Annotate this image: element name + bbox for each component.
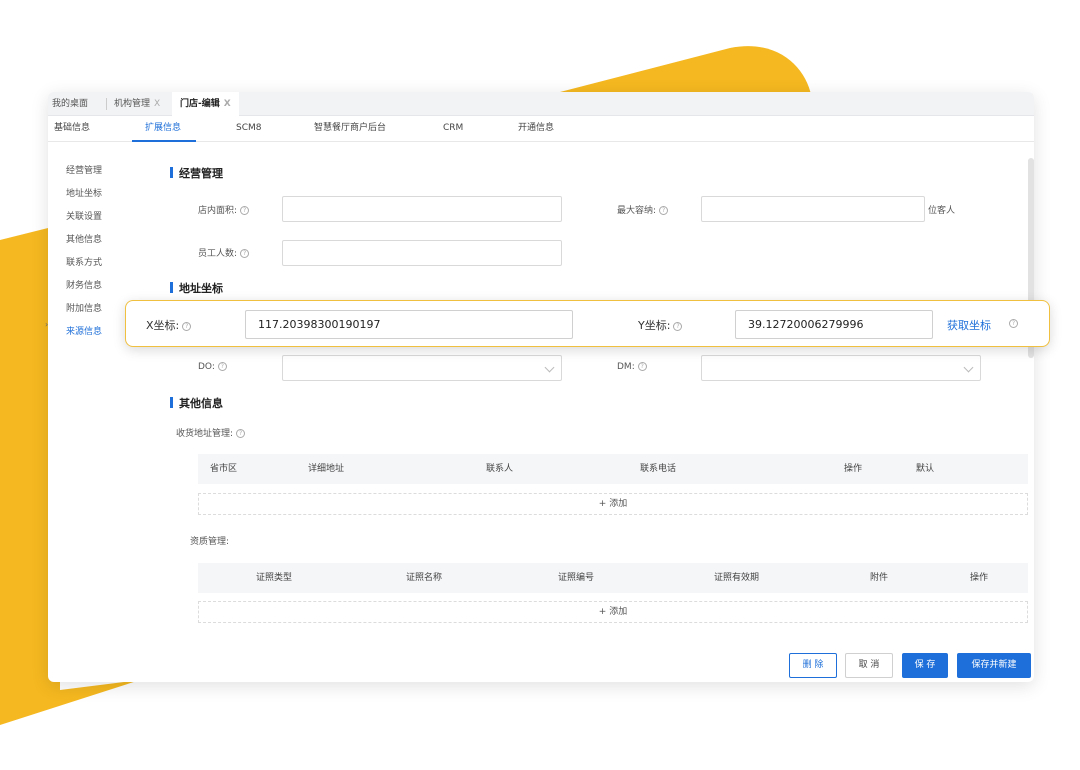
do-label: DO:?: [198, 362, 227, 372]
help-icon[interactable]: ?: [673, 321, 683, 331]
help-icon[interactable]: ?: [236, 429, 246, 438]
delete-button[interactable]: 删 除: [789, 653, 837, 678]
column-header: 联系电话: [640, 464, 677, 474]
y-coordinate-input[interactable]: 39.12720006279996: [735, 310, 933, 339]
capacity-label: 最大容纳:?: [617, 203, 669, 216]
qualification-label: 资质管理:: [190, 537, 230, 547]
add-shipping-address-button[interactable]: + 添加: [198, 493, 1028, 515]
help-icon[interactable]: ?: [1009, 319, 1018, 328]
column-header: 联系人: [486, 464, 514, 474]
column-header: 证照有效期: [714, 573, 760, 583]
cancel-button[interactable]: 取 消: [845, 653, 893, 678]
column-header: 操作: [970, 573, 989, 583]
section-title-business: 经营管理: [170, 165, 223, 181]
help-icon[interactable]: ?: [637, 362, 647, 371]
x-coordinate-input[interactable]: 117.20398300190197: [245, 310, 573, 339]
help-icon[interactable]: ?: [659, 206, 669, 215]
chevron-down-icon: [544, 362, 555, 373]
area-label: 店内面积:?: [198, 203, 250, 216]
get-coordinates-link[interactable]: 获取坐标: [947, 317, 991, 333]
area-input[interactable]: [282, 196, 562, 222]
chevron-down-icon: [963, 362, 974, 373]
column-header: 证照名称: [406, 573, 443, 583]
help-icon[interactable]: ?: [240, 249, 250, 258]
help-icon[interactable]: ?: [217, 362, 227, 371]
column-header: 操作: [844, 464, 863, 474]
caret-right-icon: ›: [45, 320, 49, 329]
coordinates-highlight-panel: X坐标:? 117.20398300190197 Y坐标:? 39.127200…: [125, 300, 1050, 347]
qualification-table-header: 证照类型 证照名称 证照编号 证照有效期 附件 操作: [198, 563, 1028, 593]
x-coordinate-label: X坐标:?: [146, 317, 192, 333]
capacity-unit: 位客人: [928, 206, 956, 216]
column-header: 证照编号: [558, 573, 595, 583]
help-icon[interactable]: ?: [182, 321, 192, 331]
staff-input[interactable]: [282, 240, 562, 266]
do-select[interactable]: [282, 355, 562, 381]
shipping-label: 收货地址管理:?: [176, 426, 246, 439]
section-title-other: 其他信息: [170, 395, 223, 411]
form-content: 经营管理 店内面积:? 最大容纳:? 位客人 员工人数:? 地址坐标 DO:? …: [48, 92, 1034, 682]
dm-label: DM:?: [617, 362, 647, 372]
save-and-new-button[interactable]: 保存并新建: [957, 653, 1031, 678]
save-button[interactable]: 保 存: [902, 653, 948, 678]
column-header: 详细地址: [308, 464, 345, 474]
column-header: 默认: [916, 464, 935, 474]
help-icon[interactable]: ?: [240, 206, 250, 215]
staff-label: 员工人数:?: [198, 246, 250, 259]
shipping-table-header: 省市区 详细地址 联系人 联系电话 操作 默认: [198, 454, 1028, 484]
section-title-address: 地址坐标: [170, 280, 223, 296]
column-header: 附件: [870, 573, 889, 583]
column-header: 证照类型: [256, 573, 293, 583]
add-qualification-button[interactable]: + 添加: [198, 601, 1028, 623]
capacity-input[interactable]: [701, 196, 925, 222]
y-coordinate-label: Y坐标:?: [638, 317, 683, 333]
dm-select[interactable]: [701, 355, 981, 381]
column-header: 省市区: [210, 464, 238, 474]
app-window: 我的桌面 机构管理 X 门店-编辑 X 基础信息 扩展信息 SCM8 智慧餐厅商户后…: [48, 92, 1034, 682]
